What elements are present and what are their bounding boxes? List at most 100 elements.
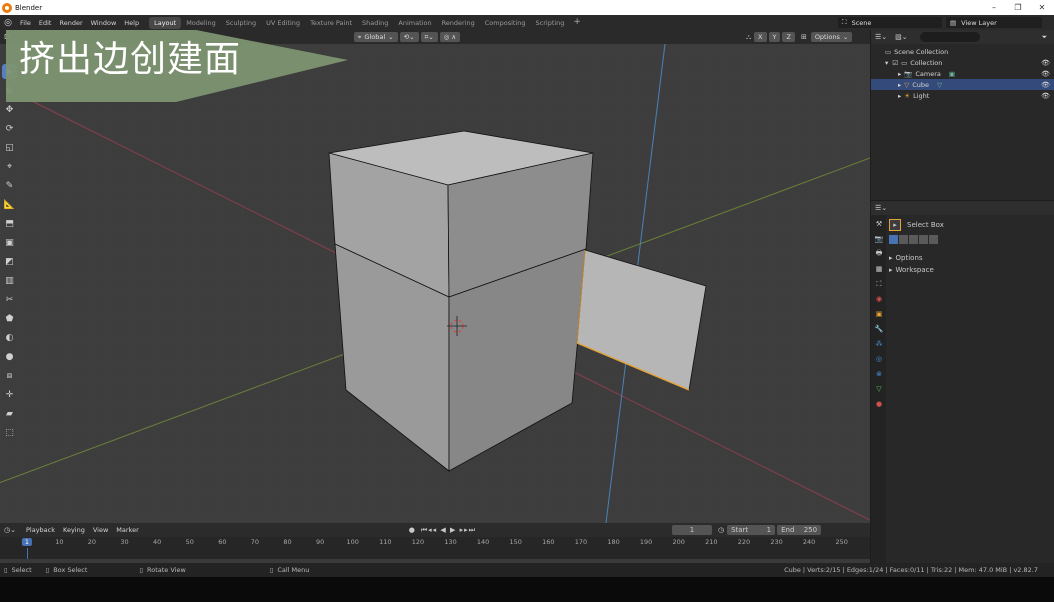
outliner-search-input[interactable] (919, 32, 980, 42)
menu-file[interactable]: File (16, 19, 35, 27)
extrude-tool[interactable]: ⬒ (2, 216, 17, 231)
inset-tool[interactable]: ▣ (2, 235, 17, 250)
transform-orientation-dropdown[interactable]: ⌖ Global ⌄ (353, 32, 398, 42)
data-tab-icon[interactable]: ▽ (874, 384, 884, 394)
shear-tool[interactable]: ▰ (2, 406, 17, 421)
menu-render[interactable]: Render (55, 19, 86, 27)
rotate-tool[interactable]: ⟳ (2, 121, 17, 136)
collection-row[interactable]: ▾ ☑ ▭ Collection 👁 (871, 57, 1054, 68)
tab-compositing[interactable]: Compositing (480, 17, 531, 29)
transform-tool[interactable]: ⌖ (2, 159, 17, 174)
pivot-dropdown[interactable]: ⟲⌄ (399, 32, 419, 42)
maximize-button[interactable]: ❐ (1006, 0, 1030, 15)
mode-set-icon[interactable] (889, 235, 898, 244)
mode-extend-icon[interactable] (899, 235, 908, 244)
outliner-editor-icon[interactable]: ☰⌄ (875, 33, 887, 41)
outliner-item-camera[interactable]: ▸ 📷 Camera ▣ 👁 (871, 68, 1054, 79)
physics-tab-icon[interactable]: ◎ (874, 354, 884, 364)
eye-icon[interactable]: 👁 (1041, 81, 1050, 89)
start-frame-field[interactable]: Start 1 (727, 525, 776, 535)
scene-tab-icon[interactable]: ⛶ (874, 279, 884, 289)
gizmo-icon[interactable]: ⛬ (746, 33, 751, 42)
tab-sculpting[interactable]: Sculpting (221, 17, 261, 29)
view-menu[interactable]: View (89, 526, 112, 534)
end-frame-field[interactable]: End 250 (777, 525, 822, 535)
move-tool[interactable]: ✥ (2, 102, 17, 117)
tab-modeling[interactable]: Modeling (181, 17, 221, 29)
world-tab-icon[interactable]: ◉ (874, 294, 884, 304)
measure-tool[interactable]: 📐 (2, 197, 17, 212)
outliner-item-light[interactable]: ▸ ☀ Light 👁 (871, 90, 1054, 101)
shrink-fatten-tool[interactable]: ✛ (2, 387, 17, 402)
tab-layout[interactable]: Layout (149, 16, 182, 29)
clock-icon[interactable]: ◷ (718, 526, 724, 534)
add-workspace-icon[interactable]: + (569, 17, 585, 29)
view-layer-tab-icon[interactable]: ▦ (874, 264, 884, 274)
mirror-y-toggle[interactable]: Y (768, 32, 781, 42)
frame-tick-label: 10 (55, 538, 64, 546)
particles-tab-icon[interactable]: ⁂ (874, 339, 884, 349)
blender-menu-icon[interactable]: ◎ (2, 17, 14, 29)
options-section[interactable]: ▸ Options (889, 252, 1054, 264)
view-layer-selector[interactable]: ▤ View Layer (946, 17, 1042, 28)
output-tab-icon[interactable]: 🖶 (874, 249, 884, 259)
rip-tool[interactable]: ⬚ (2, 425, 17, 440)
workspace-section[interactable]: ▸ Workspace (889, 264, 1054, 276)
smooth-tool[interactable]: ● (2, 349, 17, 364)
tool-tab-icon[interactable]: ⚒ (874, 219, 884, 229)
material-tab-icon[interactable]: ● (874, 399, 884, 409)
poly-build-tool[interactable]: ⬟ (2, 311, 17, 326)
menu-edit[interactable]: Edit (35, 19, 56, 27)
tab-animation[interactable]: Animation (393, 17, 436, 29)
spin-tool[interactable]: ◐ (2, 330, 17, 345)
mode-invert-icon[interactable] (919, 235, 928, 244)
3d-viewport[interactable]: D: ⌖ Global ⌄ ⟲⌄ ⌗⌄ ◎ ∧ ⛬ X Y Z ⊞ Option… (0, 30, 870, 523)
frame-ruler[interactable]: 1 10 20 30 40 50 60 70 80 90 100 110 120 130 140 150 160… (0, 538, 870, 548)
modifier-tab-icon[interactable]: 🔧 (874, 324, 884, 334)
bevel-tool[interactable]: ◩ (2, 254, 17, 269)
playback-controls[interactable]: ⏮◂◂ ◀ ▶ ▸▸⏭ (421, 526, 476, 535)
record-button[interactable]: ● (409, 526, 415, 534)
keying-menu[interactable]: Keying (59, 526, 89, 534)
render-tab-icon[interactable]: 📷 (874, 234, 884, 244)
eye-icon[interactable]: 👁 (1041, 92, 1050, 100)
outliner-item-cube[interactable]: ▸ ▽ Cube ▽ 👁 (871, 79, 1054, 90)
select-box-icon[interactable]: ▸ (889, 219, 901, 231)
tab-uv-editing[interactable]: UV Editing (261, 17, 305, 29)
scene-selector[interactable]: ⛶ Scene (838, 17, 942, 28)
knife-tool[interactable]: ✂ (2, 292, 17, 307)
eye-icon[interactable]: 👁 (1041, 70, 1050, 78)
edge-slide-tool[interactable]: ⧈ (2, 368, 17, 383)
proportional-edit-toggle[interactable]: ◎ ∧ (439, 32, 461, 42)
mirror-z-toggle[interactable]: Z (782, 32, 795, 42)
annotate-tool[interactable]: ✎ (2, 178, 17, 193)
tab-shading[interactable]: Shading (357, 17, 393, 29)
object-tab-icon[interactable]: ▣ (874, 309, 884, 319)
tab-rendering[interactable]: Rendering (437, 17, 480, 29)
playback-menu[interactable]: Playback (22, 526, 59, 534)
mode-intersect-icon[interactable] (929, 235, 938, 244)
properties-editor-icon[interactable]: ☰⌄ (875, 204, 887, 212)
constraints-tab-icon[interactable]: ⊗ (874, 369, 884, 379)
eye-icon[interactable]: 👁 (1041, 59, 1050, 67)
current-frame-field[interactable]: 1 (671, 525, 712, 535)
tab-scripting[interactable]: Scripting (531, 17, 570, 29)
mode-subtract-icon[interactable] (909, 235, 918, 244)
snap-toggle[interactable]: ⌗⌄ (420, 32, 438, 42)
filter-icon[interactable]: ⏷ (1042, 33, 1048, 42)
auto-merge-icon[interactable]: ⊞ (801, 33, 807, 41)
timeline-editor-icon[interactable]: ◷⌄ (4, 526, 16, 534)
checkbox-icon[interactable]: ☑ (892, 59, 898, 67)
scale-tool[interactable]: ◱ (2, 140, 17, 155)
scene-collection-row[interactable]: ▭ Scene Collection (871, 46, 1054, 57)
mirror-x-toggle[interactable]: X (754, 32, 767, 42)
options-dropdown[interactable]: Options ⌄ (810, 32, 853, 42)
loop-cut-tool[interactable]: ▥ (2, 273, 17, 288)
tab-texture-paint[interactable]: Texture Paint (305, 17, 357, 29)
menu-window[interactable]: Window (87, 19, 121, 27)
close-button[interactable]: ✕ (1030, 0, 1054, 15)
display-mode-icon[interactable]: ▧⌄ (895, 33, 907, 41)
menu-help[interactable]: Help (120, 19, 143, 27)
marker-menu[interactable]: Marker (112, 526, 142, 534)
minimize-button[interactable]: – (982, 0, 1006, 15)
